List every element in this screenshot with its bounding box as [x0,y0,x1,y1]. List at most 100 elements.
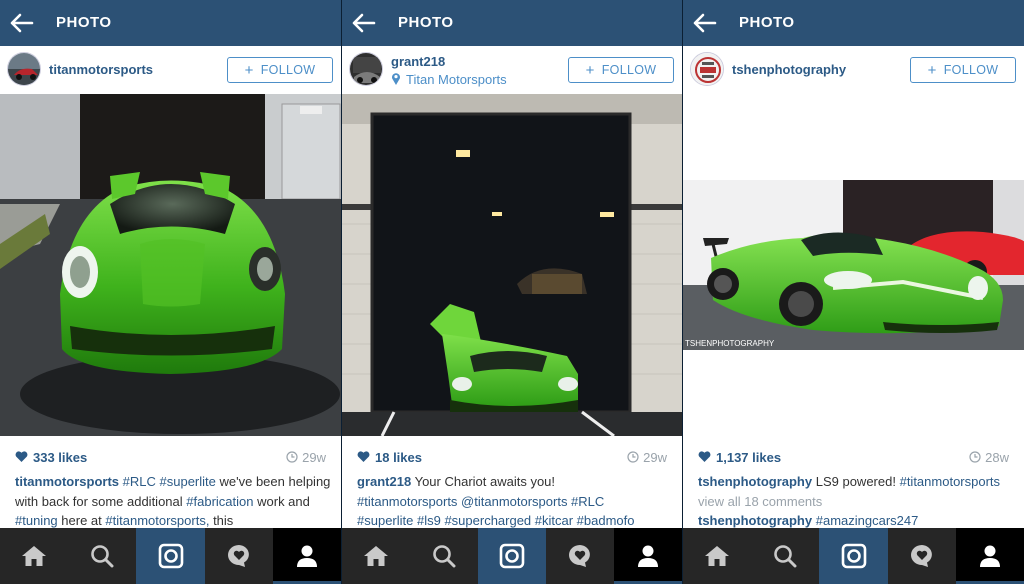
username-link[interactable]: grant218 [391,54,445,69]
caption-hashtags[interactable]: #titanmotorsports @titanmotorsports #RLC [357,492,675,512]
post-photo[interactable] [342,94,682,436]
nav-profile[interactable] [272,528,341,584]
follow-button[interactable]: + FOLLOW [568,57,674,83]
post-header: titanmotorsports + FOLLOW [0,46,341,94]
bottom-nav [683,528,1024,584]
caption-username[interactable]: tshenphotography [698,474,812,489]
post-panel-titanmotorsports: PHOTO titanmotorsports + FOLLOW 333 like… [0,0,341,584]
search-icon [774,545,797,568]
bottom-nav [0,528,341,584]
post-caption: tshenphotography LS9 powered! #titanmoto… [698,472,1016,531]
avatar[interactable] [349,52,383,86]
follow-label: FOLLOW [943,63,999,77]
caption-username[interactable]: grant218 [357,474,411,489]
nav-home[interactable] [0,528,68,584]
nav-profile[interactable] [614,528,682,584]
likes-count[interactable]: 333 likes [15,450,87,465]
avatar[interactable] [7,52,41,86]
post-time: 29w [627,450,667,465]
post-caption: grant218 Your Chariot awaits you! #titan… [357,472,675,531]
hashtag[interactable]: #titanmotorsports [900,474,1000,489]
hashtag[interactable]: #tuning [15,513,58,528]
camera-icon [158,543,183,569]
caption-text: here at [61,513,102,528]
nav-home[interactable] [683,528,751,584]
username-link[interactable]: titanmotorsports [49,62,153,77]
post-stats: 1,137 likes 28w [683,446,1024,470]
arrow-left-icon [352,13,376,33]
post-header: tshenphotography + FOLLOW [683,46,1024,94]
caption-text: LS9 powered! [815,474,896,489]
home-icon [705,546,730,566]
map-pin-icon [392,73,400,85]
camera-icon [499,543,525,569]
heart-icon [15,451,28,462]
hashtag[interactable]: #fabrication [186,494,253,509]
top-bar: PHOTO [0,0,341,46]
post-time: 28w [969,450,1009,465]
photo-watermark: TSHENPHOTOGRAPHY [685,339,775,348]
nav-search[interactable] [751,528,819,584]
post-time: 29w [286,450,326,465]
back-button[interactable] [691,9,721,37]
nav-activity[interactable] [205,528,273,584]
post-panel-tshenphotography: PHOTO tshenphotography + FOLLOW TSHENPHO… [682,0,1024,584]
follow-label: FOLLOW [601,63,657,77]
back-button[interactable] [350,9,380,37]
post-panel-grant218: PHOTO grant218 Titan Motorsports + FOLLOW [341,0,682,584]
caption-text: this [213,513,234,528]
likes-count[interactable]: 18 likes [357,450,422,465]
caption-text: Your Chariot awaits you! [414,474,556,489]
nav-search[interactable] [68,528,136,584]
follow-button[interactable]: + FOLLOW [227,57,333,83]
page-title: PHOTO [56,14,112,31]
nav-camera[interactable] [478,528,546,584]
post-stats: 18 likes 29w [342,446,682,470]
nav-home[interactable] [342,528,410,584]
bottom-nav [342,528,682,584]
hashtag[interactable]: #amazingcars247 [816,513,919,528]
caption-username[interactable]: titanmotorsports [15,474,119,489]
camera-icon [841,543,866,569]
activity-heart-bubble-icon [910,545,932,567]
post-photo[interactable]: TSHENPHOTOGRAPHY [683,180,1024,350]
home-icon [22,546,47,566]
hashtag[interactable]: #RLC [123,474,156,489]
clock-icon [286,451,298,463]
caption-text: work and [257,493,310,509]
clock-icon [969,451,981,463]
likes-count[interactable]: 1,137 likes [698,450,781,465]
top-bar: PHOTO [683,0,1024,46]
back-button[interactable] [8,9,38,37]
location-link[interactable]: Titan Motorsports [391,72,507,87]
page-title: PHOTO [739,14,795,31]
clock-icon [627,451,639,463]
activity-heart-bubble-icon [227,545,249,567]
nav-camera[interactable] [819,528,888,584]
nav-camera[interactable] [136,528,205,584]
search-icon [433,545,456,568]
arrow-left-icon [693,13,717,33]
arrow-left-icon [10,13,34,33]
post-header: grant218 Titan Motorsports + FOLLOW [342,46,682,94]
hashtag[interactable]: #superlite [160,474,216,489]
comment-username[interactable]: tshenphotography [698,513,812,528]
hashtag[interactable]: #titanmotorsports, [105,513,209,528]
follow-label: FOLLOW [260,63,316,77]
username-link[interactable]: tshenphotography [732,62,846,77]
heart-icon [698,451,711,462]
profile-icon [979,545,1000,567]
view-all-comments-link[interactable]: view all 18 comments [698,492,1016,512]
nav-activity[interactable] [888,528,956,584]
post-photo[interactable] [0,94,341,436]
post-caption: titanmotorsports #RLC #superlite we've b… [15,472,333,531]
nav-activity[interactable] [546,528,614,584]
search-icon [91,545,114,568]
profile-icon [296,545,317,567]
follow-button[interactable]: + FOLLOW [910,57,1016,83]
avatar[interactable] [690,52,724,86]
nav-search[interactable] [410,528,478,584]
activity-heart-bubble-icon [569,545,590,567]
nav-profile[interactable] [955,528,1024,584]
post-stats: 333 likes 29w [0,446,341,470]
